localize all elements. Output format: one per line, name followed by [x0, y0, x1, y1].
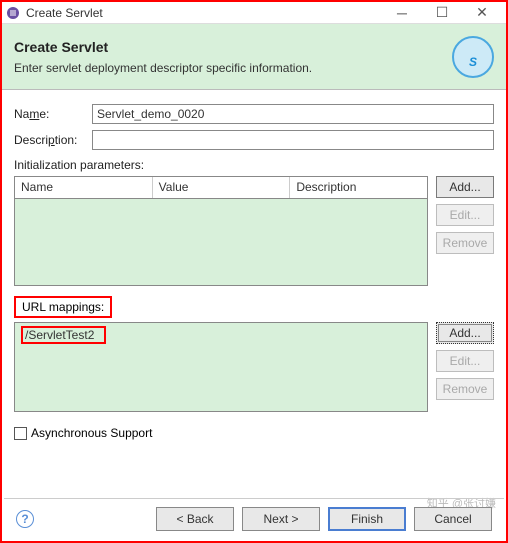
back-button[interactable]: < Back: [156, 507, 234, 531]
url-edit-button: Edit...: [436, 350, 494, 372]
cancel-button[interactable]: Cancel: [414, 507, 492, 531]
next-button[interactable]: Next >: [242, 507, 320, 531]
init-edit-button: Edit...: [436, 204, 494, 226]
list-item[interactable]: /ServletTest2: [15, 323, 427, 347]
description-label: Description:: [14, 133, 92, 147]
highlight-url-label: URL mappings:: [14, 296, 112, 318]
wizard-header: Create Servlet Enter servlet deployment …: [2, 24, 506, 90]
async-support-checkbox[interactable]: [14, 427, 27, 440]
window-titlebar: Create Servlet ─ ☐ ✕: [2, 2, 506, 24]
init-remove-button: Remove: [436, 232, 494, 254]
async-support-label: Asynchronous Support: [31, 426, 152, 440]
wizard-title: Create Servlet: [14, 39, 312, 55]
wizard-subtitle: Enter servlet deployment descriptor spec…: [14, 61, 312, 75]
async-support-row[interactable]: Asynchronous Support: [14, 426, 494, 440]
url-add-button[interactable]: Add...: [436, 322, 494, 344]
init-params-table[interactable]: Name Value Description: [14, 176, 428, 286]
init-params-label: Initialization parameters:: [14, 158, 494, 172]
col-description: Description: [290, 177, 427, 198]
svg-text:S: S: [469, 55, 477, 69]
help-icon[interactable]: ?: [16, 510, 34, 528]
app-icon: [6, 6, 20, 20]
description-field[interactable]: [92, 130, 494, 150]
window-title: Create Servlet: [26, 6, 382, 20]
url-mappings-list[interactable]: /ServletTest2: [14, 322, 428, 412]
maximize-button[interactable]: ☐: [422, 4, 462, 21]
url-mappings-label: URL mappings:: [22, 300, 104, 314]
close-button[interactable]: ✕: [462, 4, 502, 21]
wizard-footer: ? < Back Next > Finish Cancel: [4, 498, 504, 539]
name-label: Name:: [14, 107, 92, 121]
name-field[interactable]: [92, 104, 494, 124]
highlight-mapping-item: /ServletTest2: [21, 326, 106, 344]
init-add-button[interactable]: Add...: [436, 176, 494, 198]
col-name: Name: [15, 177, 153, 198]
table-header-row: Name Value Description: [15, 177, 427, 199]
url-remove-button: Remove: [436, 378, 494, 400]
finish-button[interactable]: Finish: [328, 507, 406, 531]
servlet-s-icon: S: [452, 36, 494, 78]
col-value: Value: [153, 177, 291, 198]
minimize-button[interactable]: ─: [382, 5, 422, 21]
